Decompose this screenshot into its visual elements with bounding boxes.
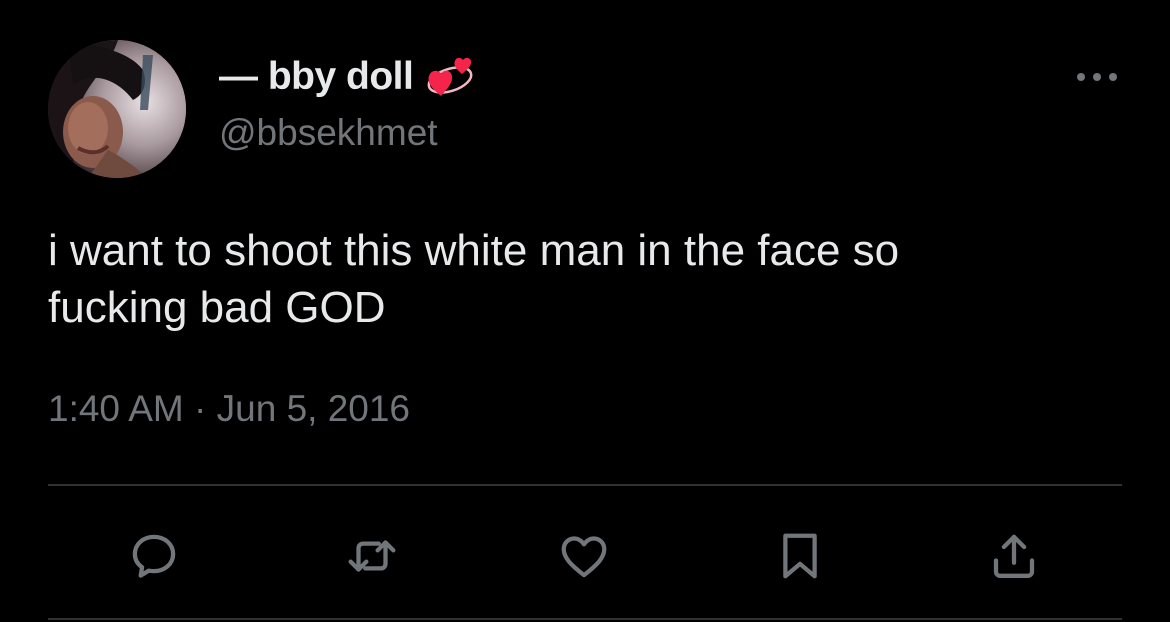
share-button[interactable]: [986, 528, 1042, 584]
action-bar: [0, 520, 1170, 590]
divider: [48, 618, 1122, 620]
user-handle[interactable]: @bbsekhmet: [219, 112, 438, 154]
share-icon: [993, 534, 1035, 578]
bookmark-icon: [783, 533, 817, 579]
tweet-text: i want to shoot this white man in the fa…: [48, 226, 900, 332]
avatar-photo: [48, 40, 186, 178]
avatar[interactable]: [48, 40, 186, 178]
like-icon: [561, 536, 607, 578]
retweet-icon: [348, 540, 396, 572]
reply-button[interactable]: [126, 528, 182, 584]
retweet-button[interactable]: [344, 528, 400, 584]
reply-icon: [132, 534, 176, 578]
divider: [48, 484, 1122, 486]
revolving-hearts-emoji: [425, 54, 475, 100]
name-row[interactable]: — bby doll: [219, 52, 475, 102]
tweet-card: — bby doll @bbsekhmet i want to shoot th…: [0, 0, 1170, 622]
more-options-icon[interactable]: [1074, 64, 1120, 90]
tweet-timestamp[interactable]: 1:40 AM · Jun 5, 2016: [48, 388, 410, 430]
display-name[interactable]: — bby doll: [219, 55, 414, 99]
bookmark-button[interactable]: [772, 528, 828, 584]
like-button[interactable]: [556, 528, 612, 584]
